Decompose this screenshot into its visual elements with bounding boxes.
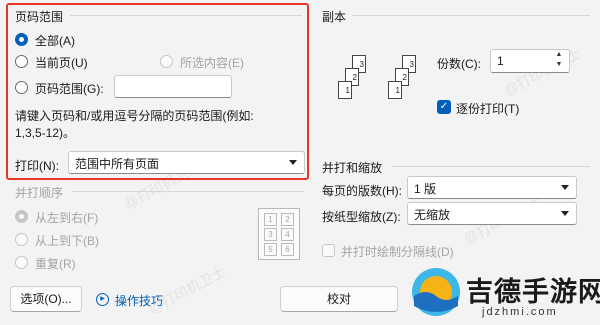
radio-left-to-right-label: 从左到右(F) [35, 211, 99, 225]
chevron-down-icon [561, 211, 569, 216]
preview-cell: 4 [281, 228, 294, 241]
preview-cell: 2 [281, 213, 294, 226]
group-divider [352, 15, 590, 16]
ok-button[interactable]: 校对 [280, 286, 398, 312]
collate-illustration-stack-a: 3 2 1 [330, 55, 370, 110]
collate-order-title: 并打顺序 [15, 186, 64, 200]
spin-down-icon[interactable]: ▼ [552, 61, 566, 71]
radio-repeat[interactable] [15, 256, 28, 269]
pages-per-sheet-label: 每页的版数(H): [322, 184, 402, 198]
preview-cell: 6 [281, 243, 294, 256]
copies-count-value: 1 [497, 54, 504, 68]
collate-preview: 1 2 3 4 5 6 [258, 208, 300, 260]
logo-text: 吉德手游网 [466, 277, 600, 307]
copies-title: 副本 [322, 10, 347, 24]
preview-cell: 3 [264, 228, 277, 241]
preview-cell: 5 [264, 243, 277, 256]
tips-link-label: 操作技巧 [115, 294, 164, 308]
collate-checkbox-label: 逐份打印(T) [456, 102, 520, 116]
pages-per-sheet-value: 1 版 [414, 182, 437, 196]
group-divider [72, 191, 304, 192]
page-icon: 1 [388, 81, 402, 99]
play-circle-icon: ▶ [96, 293, 109, 306]
radio-left-to-right[interactable] [15, 210, 28, 223]
page-icon: 1 [338, 81, 352, 99]
scale-to-paper-value: 无缩放 [414, 208, 451, 222]
logo-url: jdzhmi.com [482, 306, 558, 318]
scale-to-paper-label: 按纸型缩放(Z): [322, 210, 401, 224]
radio-repeat-label: 重复(R) [35, 257, 76, 271]
checkbox-checked-icon[interactable]: ✓ [437, 100, 451, 114]
copies-count-input[interactable]: 1 ▲ ▼ [490, 49, 570, 73]
site-logo: 吉德手游网 jdzhmi.com [408, 262, 600, 325]
watermark-text: @打印机卫士 [146, 263, 229, 317]
group-divider [392, 166, 590, 167]
scale-to-paper-select[interactable]: 无缩放 [407, 202, 577, 225]
chevron-down-icon [561, 185, 569, 190]
logo-mark-icon [412, 268, 460, 316]
options-button[interactable]: 选项(O)... [10, 286, 82, 312]
spin-up-icon[interactable]: ▲ [552, 51, 566, 61]
preview-cell: 1 [264, 213, 277, 226]
pages-per-sheet-select[interactable]: 1 版 [407, 176, 577, 199]
draw-borders-label: 并打时绘制分隔线(D) [341, 245, 454, 259]
checkbox-unchecked-icon[interactable] [322, 244, 335, 257]
radio-top-to-bottom-label: 从上到下(B) [35, 234, 99, 248]
highlight-frame [6, 3, 309, 180]
zoom-title: 并打和缩放 [322, 161, 383, 175]
radio-top-to-bottom[interactable] [15, 233, 28, 246]
copies-count-label: 份数(C): [437, 57, 481, 71]
collate-illustration-stack-b: 3 2 1 [380, 55, 420, 110]
